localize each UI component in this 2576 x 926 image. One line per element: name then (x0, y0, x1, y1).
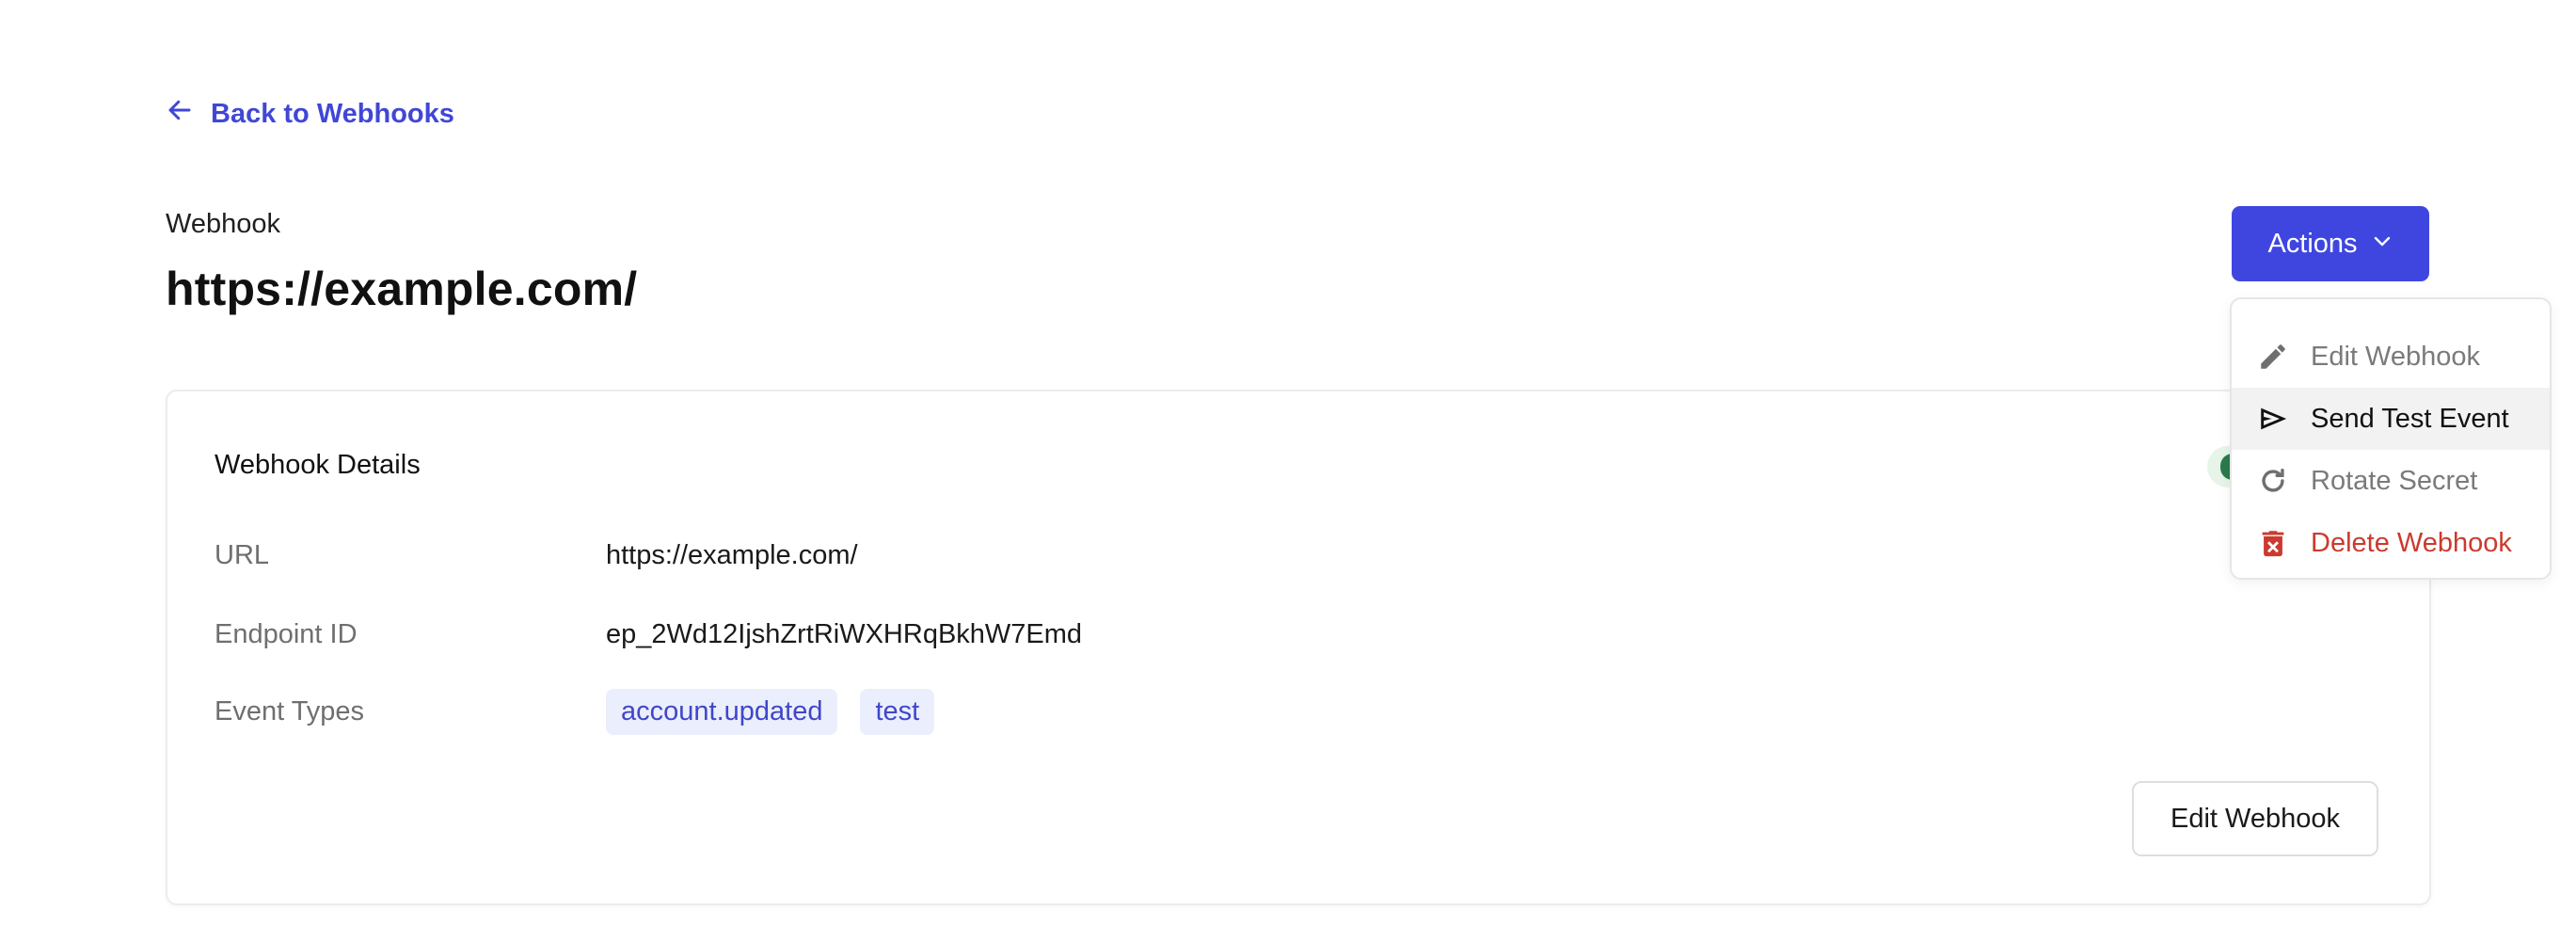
event-types-label: Event Types (215, 696, 365, 726)
arrow-left-icon (166, 96, 194, 132)
actions-button-label: Actions (2267, 228, 2358, 259)
trash-icon (2256, 526, 2290, 560)
menu-item-send-test-event[interactable]: Send Test Event (2232, 388, 2550, 450)
page-title: https://example.com/ (166, 263, 638, 315)
back-link-label: Back to Webhooks (211, 98, 454, 129)
chevron-down-icon (2371, 229, 2393, 260)
rotate-icon (2256, 464, 2290, 498)
pencil-icon (2256, 340, 2290, 374)
endpoint-id-value: ep_2Wd12IjshZrtRiWXHRqBkhW7Emd (606, 619, 1083, 649)
menu-item-rotate-secret[interactable]: Rotate Secret (2232, 450, 2550, 512)
menu-item-delete-webhook[interactable]: Delete Webhook (2232, 512, 2550, 574)
menu-item-label: Edit Webhook (2311, 341, 2481, 372)
webhook-details-card: Webhook Details URL https://example.com/… (166, 390, 2431, 905)
actions-dropdown-menu: Edit Webhook Send Test Event Rotate Secr… (2230, 297, 2552, 580)
edit-webhook-button[interactable]: Edit Webhook (2132, 781, 2378, 856)
event-types-list: account.updated test (606, 689, 935, 735)
url-label: URL (215, 540, 270, 570)
page-eyebrow: Webhook (166, 209, 280, 239)
menu-item-label: Delete Webhook (2311, 527, 2512, 558)
endpoint-id-label: Endpoint ID (215, 619, 358, 649)
event-type-tag: test (860, 689, 935, 735)
url-value: https://example.com/ (606, 540, 858, 570)
menu-item-label: Send Test Event (2311, 403, 2509, 434)
back-to-webhooks-link[interactable]: Back to Webhooks (166, 96, 454, 132)
menu-item-label: Rotate Secret (2311, 465, 2478, 496)
webhook-detail-page: Back to Webhooks Webhook https://example… (0, 0, 2576, 926)
send-icon (2256, 402, 2290, 436)
actions-button[interactable]: Actions (2232, 206, 2429, 281)
menu-item-edit-webhook[interactable]: Edit Webhook (2232, 326, 2550, 388)
event-type-tag: account.updated (606, 689, 838, 735)
card-title: Webhook Details (215, 450, 421, 480)
